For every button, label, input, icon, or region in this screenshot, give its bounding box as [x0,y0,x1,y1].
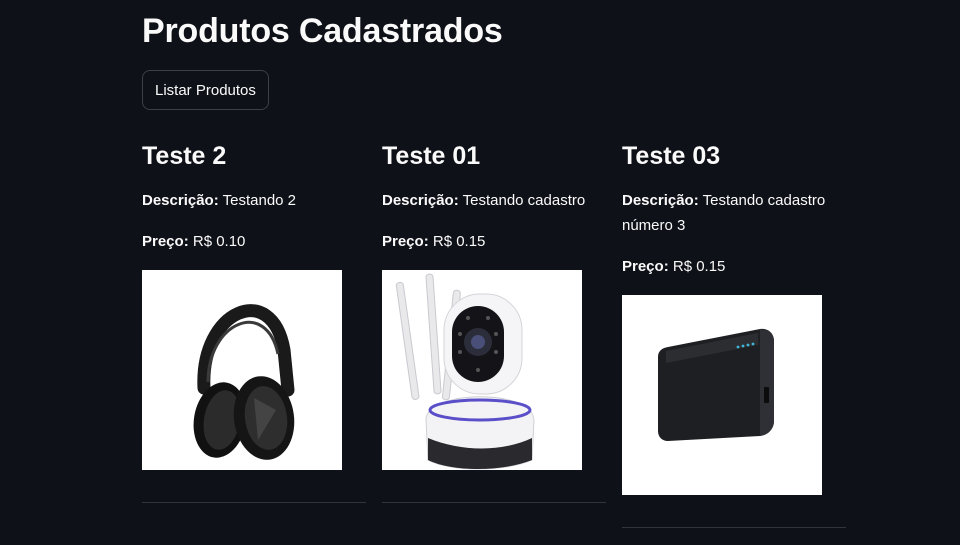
product-description: Descrição: Testando 2 [142,188,366,213]
price-value: R$ 0.10 [192,233,246,250]
description-label: Descrição: [142,192,219,209]
price-label: Preço: [142,233,189,250]
description-label: Descrição: [382,192,459,209]
product-description: Descrição: Testando cadastro número 3 [622,188,846,238]
security-camera-image [382,270,582,470]
product-card: Teste 01 Descrição: Testando cadastro Pr… [382,138,606,528]
product-divider [142,502,366,503]
description-label: Descrição: [622,192,699,209]
description-value: Testando 2 [222,192,297,209]
product-divider [382,502,606,503]
product-card: Teste 03 Descrição: Testando cadastro nú… [622,138,846,528]
product-name: Teste 01 [382,142,481,170]
description-value: Testando cadastro [462,192,586,209]
headphones-image [142,270,342,470]
product-name: Teste 2 [142,142,227,170]
list-products-button[interactable]: Listar Produtos [142,70,269,110]
price-value: R$ 0.15 [432,233,486,250]
product-price: Preço: R$ 0.15 [382,229,606,254]
price-value: R$ 0.15 [672,258,726,275]
product-price: Preço: R$ 0.15 [622,254,846,279]
price-label: Preço: [382,233,429,250]
page-title: Produtos Cadastrados [142,12,503,50]
product-description: Descrição: Testando cadastro [382,188,606,213]
power-bank-image [622,295,822,495]
product-price: Preço: R$ 0.10 [142,229,366,254]
price-label: Preço: [622,258,669,275]
product-card: Teste 2 Descrição: Testando 2 Preço: R$ … [142,138,366,528]
app-page: Produtos Cadastrados Listar Produtos Tes… [0,0,960,545]
product-columns: Teste 2 Descrição: Testando 2 Preço: R$ … [142,138,846,528]
product-divider [622,527,846,528]
product-name: Teste 03 [622,142,721,170]
